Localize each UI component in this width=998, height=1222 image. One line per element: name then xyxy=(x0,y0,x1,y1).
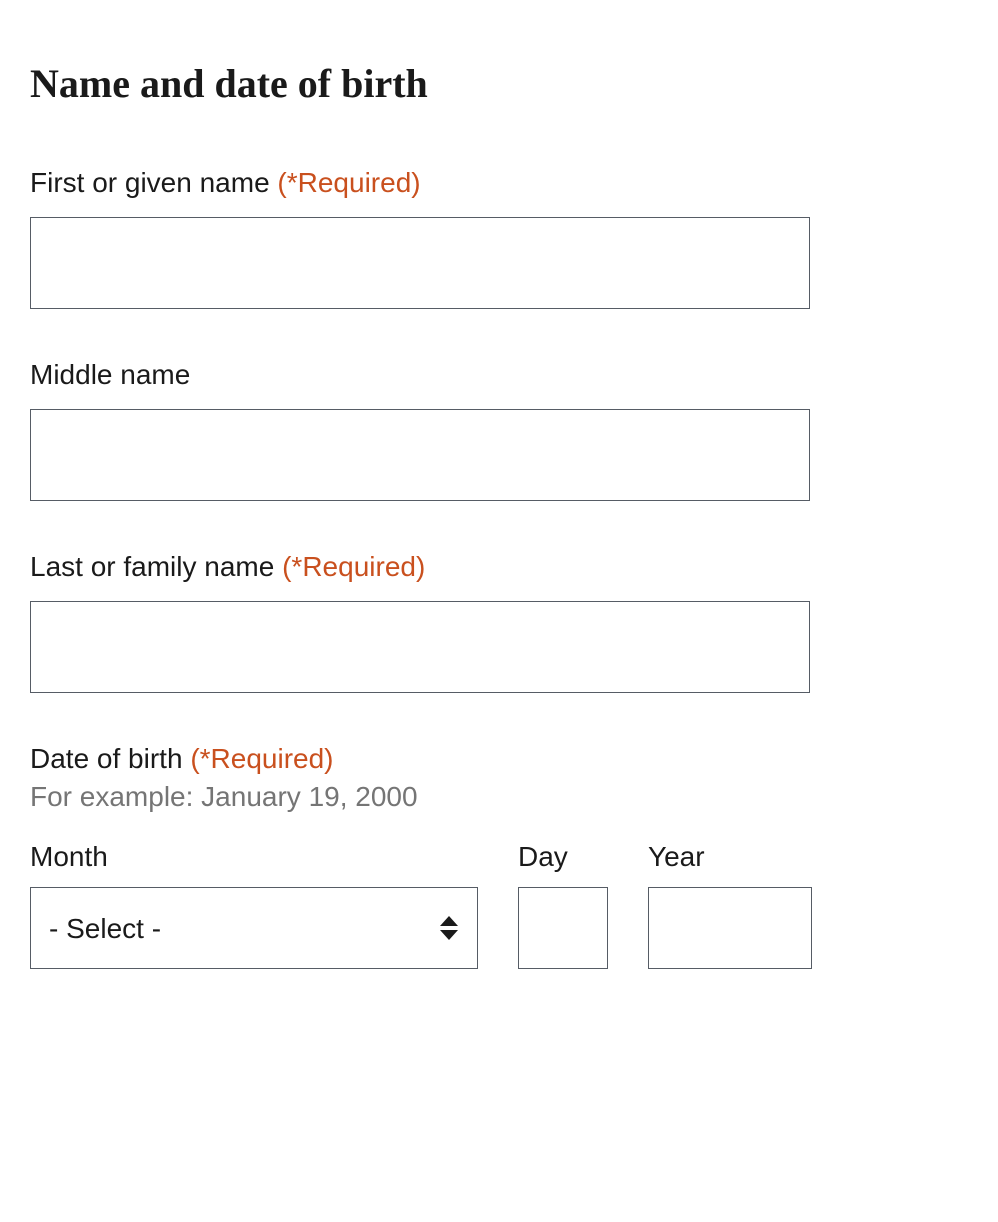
first-name-group: First or given name (*Required) xyxy=(30,167,968,309)
middle-name-group: Middle name xyxy=(30,359,968,501)
dob-day-col: Day xyxy=(518,841,608,969)
required-marker: (*Required) xyxy=(282,551,425,582)
dob-year-input[interactable] xyxy=(648,887,812,969)
dob-date-row: Month - Select - Day Year xyxy=(30,841,968,969)
page-title: Name and date of birth xyxy=(30,60,968,107)
last-name-label-text: Last or family name xyxy=(30,551,282,582)
last-name-label: Last or family name (*Required) xyxy=(30,551,968,583)
dob-day-label: Day xyxy=(518,841,608,873)
dob-month-col: Month - Select - xyxy=(30,841,478,969)
dob-group: Date of birth (*Required) For example: J… xyxy=(30,743,968,969)
required-marker: (*Required) xyxy=(277,167,420,198)
required-marker: (*Required) xyxy=(190,743,333,774)
dob-month-label: Month xyxy=(30,841,478,873)
dob-hint: For example: January 19, 2000 xyxy=(30,781,968,813)
middle-name-input[interactable] xyxy=(30,409,810,501)
dob-label: Date of birth (*Required) xyxy=(30,743,968,775)
last-name-group: Last or family name (*Required) xyxy=(30,551,968,693)
first-name-label-text: First or given name xyxy=(30,167,277,198)
dob-day-input[interactable] xyxy=(518,887,608,969)
dob-label-text: Date of birth xyxy=(30,743,190,774)
dob-year-col: Year xyxy=(648,841,812,969)
dob-year-label: Year xyxy=(648,841,812,873)
middle-name-label: Middle name xyxy=(30,359,968,391)
dob-month-select-wrap: - Select - xyxy=(30,887,478,969)
dob-month-select[interactable]: - Select - xyxy=(30,887,478,969)
first-name-input[interactable] xyxy=(30,217,810,309)
first-name-label: First or given name (*Required) xyxy=(30,167,968,199)
last-name-input[interactable] xyxy=(30,601,810,693)
